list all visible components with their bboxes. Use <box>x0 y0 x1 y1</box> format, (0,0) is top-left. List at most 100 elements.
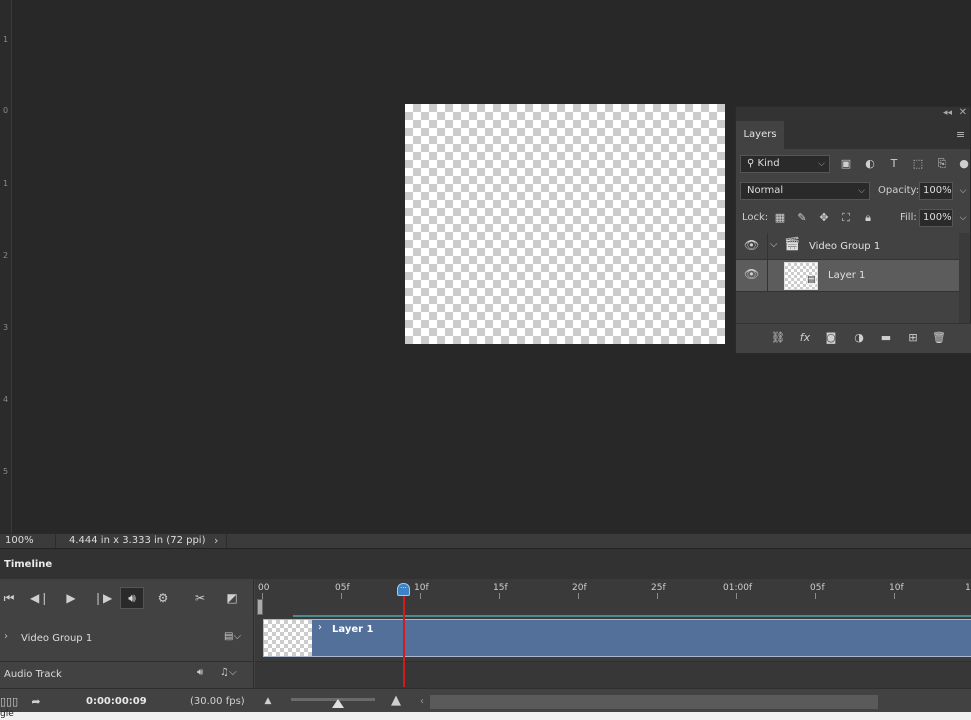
frame-rate: (30.00 fps) <box>190 696 245 707</box>
layers-panel: ◂◂ ✕ Layers ≡ ⚲ Kind ⌵ ▣ ◐ T ⬚ ⎘ ● Norma… <box>735 106 971 354</box>
fx-icon[interactable]: fx <box>797 330 813 346</box>
track-name-audio: Audio Track <box>4 669 62 680</box>
fill-input[interactable]: 100% <box>919 209 953 227</box>
go-to-first-frame-icon[interactable]: ⏮ <box>1 590 17 606</box>
playhead-handle[interactable]: ··· <box>397 583 410 596</box>
ruler-label: 15f <box>493 583 508 593</box>
next-frame-icon[interactable]: ❘▶ <box>93 590 112 606</box>
document-canvas[interactable] <box>405 104 725 344</box>
ruler-label: 00 <box>258 583 270 593</box>
speaker-icon[interactable]: 🔊︎ <box>197 667 203 678</box>
chevron-down-icon[interactable]: ⌵ <box>955 210 971 226</box>
ruler-label: 10f <box>889 583 904 593</box>
mask-icon[interactable]: ◙ <box>823 330 839 346</box>
chevron-down-icon[interactable]: ⌵ <box>770 239 778 250</box>
trash-icon[interactable]: 🗑︎ <box>931 330 947 346</box>
ruler-tick-mark <box>499 593 500 599</box>
blend-mode-select[interactable]: Normal ⌵ <box>740 182 870 200</box>
divider <box>55 534 56 549</box>
lock-transparent-icon[interactable]: ▦ <box>772 210 788 226</box>
filter-row: ⚲ Kind ⌵ ▣ ◐ T ⬚ ⎘ ● <box>736 151 970 178</box>
new-layer-icon[interactable]: ⊞ <box>905 330 921 346</box>
chevron-left-icon[interactable]: ‹ <box>414 694 430 710</box>
status-bar: 100% 4.444 in x 3.333 in (72 ppi) › <box>0 533 971 549</box>
work-area-start-handle[interactable] <box>257 599 263 615</box>
chevron-down-icon[interactable]: ⌵ <box>955 183 971 199</box>
bottom-strip: gle <box>0 709 971 720</box>
layer-row-layer-1[interactable]: 👁︎ ▤ Layer 1 <box>736 260 960 292</box>
ruler-label: 1 <box>965 583 971 593</box>
smart-object-filter-icon[interactable]: ⎘ <box>934 156 950 172</box>
transition-icon[interactable]: ◩ <box>224 590 240 606</box>
fill-label: Fill: <box>900 212 917 223</box>
gear-icon[interactable]: ⚙ <box>155 590 171 606</box>
film-icon[interactable]: ▤⌵ <box>224 631 241 642</box>
link-icon[interactable]: ⛓ <box>770 330 786 346</box>
ruler-tick: 1 <box>2 179 9 188</box>
tab-timeline[interactable]: Timeline <box>0 549 52 580</box>
zoom-in-icon[interactable]: ▲ <box>388 693 404 709</box>
lock-pixels-icon[interactable]: ✎ <box>794 210 810 226</box>
filter-kind-select[interactable]: ⚲ Kind ⌵ <box>740 155 830 173</box>
convert-to-frames-icon[interactable]: ▯▯▯ <box>0 694 18 710</box>
panel-menu-icon[interactable]: ≡ <box>956 129 967 140</box>
layer-name: Layer 1 <box>828 270 866 281</box>
ruler-tick-mark <box>420 593 421 599</box>
eye-icon[interactable]: 👁︎ <box>744 238 759 252</box>
play-icon[interactable]: ▶ <box>63 590 79 606</box>
ruler-label: 10f <box>414 583 429 593</box>
divider <box>767 233 768 260</box>
timeline-ruler[interactable]: 00 05f 10f 15f 20f 25f 01:00f 05f 10f 1 <box>255 579 971 617</box>
previous-frame-icon[interactable]: ◀❘ <box>30 590 49 606</box>
shape-filter-icon[interactable]: ⬚ <box>910 156 926 172</box>
chevron-down-icon: ⌵ <box>818 159 825 169</box>
layers-scrollbar[interactable] <box>959 233 970 325</box>
chevron-right-icon[interactable]: › <box>214 534 218 547</box>
transport-controls: ⏮ ◀❘ ▶ ❘▶ 🔊︎ ⚙ ✂ ◩ <box>0 579 254 617</box>
layer-row-video-group[interactable]: 👁︎ ⌵ 🎬︎ Video Group 1 <box>736 233 960 260</box>
ruler-tick-mark <box>657 593 658 599</box>
lock-artboard-icon[interactable]: ⛶ <box>838 210 854 226</box>
music-note-icon[interactable]: ♫⌵ <box>220 667 237 678</box>
adjustment-layer-icon[interactable]: ◑ <box>851 330 867 346</box>
tab-layers[interactable]: Layers <box>736 121 784 149</box>
opacity-input[interactable]: 100% <box>919 182 953 200</box>
zoom-slider-thumb[interactable] <box>332 699 344 708</box>
ruler-label: 01:00f <box>723 583 753 593</box>
chevron-right-icon[interactable]: › <box>318 622 322 633</box>
ruler-tick-mark <box>341 593 342 599</box>
track-lanes: › Layer 1 <box>255 617 971 688</box>
opacity-label: Opacity: <box>878 185 920 196</box>
track-name-video-group: Video Group 1 <box>21 633 93 644</box>
adjustment-filter-icon[interactable]: ◐ <box>862 156 878 172</box>
pixel-filter-icon[interactable]: ▣ <box>838 156 854 172</box>
render-video-icon[interactable]: ➦ <box>28 694 44 710</box>
scissors-icon[interactable]: ✂ <box>192 590 208 606</box>
timeline-horizontal-scrollbar[interactable] <box>430 695 878 709</box>
collapse-panel-icon[interactable]: ◂◂ <box>943 108 952 118</box>
audio-toggle-button[interactable]: 🔊︎ <box>120 587 144 609</box>
layers-panel-footer: ⛓ fx ◙ ◑ ▬ ⊞ 🗑︎ <box>736 323 971 353</box>
zoom-out-icon[interactable]: ▲ <box>260 693 276 709</box>
filter-toggle-icon[interactable]: ● <box>956 156 971 172</box>
vertical-ruler: 1 0 1 2 3 4 5 <box>0 0 12 533</box>
timeline-header: Timeline <box>0 548 971 579</box>
zoom-level[interactable]: 100% <box>5 535 34 546</box>
type-filter-icon[interactable]: T <box>886 156 902 172</box>
bottom-strip-text: gle <box>0 709 14 719</box>
folder-icon[interactable]: ▬ <box>878 330 894 346</box>
audio-lane[interactable] <box>255 661 971 688</box>
clip-thumbnail <box>264 620 312 656</box>
ruler-tick-mark <box>736 593 737 599</box>
chevron-right-icon[interactable]: › <box>4 631 8 642</box>
timeline-footer: ▯▯▯ ➦ 0:00:00:09 (30.00 fps) ▲ ▲ ‹ <box>0 688 971 715</box>
film-icon: ▤ <box>807 275 816 285</box>
layer-list: 👁︎ ⌵ 🎬︎ Video Group 1 👁︎ ▤ Layer 1 <box>736 233 960 325</box>
lock-position-icon[interactable]: ✥ <box>816 210 832 226</box>
ruler-label: 20f <box>572 583 587 593</box>
close-icon[interactable]: ✕ <box>959 107 967 118</box>
eye-icon[interactable]: 👁︎ <box>744 267 759 281</box>
video-clip[interactable]: › Layer 1 <box>263 619 971 657</box>
ruler-tick: 0 <box>2 106 9 115</box>
lock-all-icon[interactable]: 🔒︎ <box>860 210 876 226</box>
